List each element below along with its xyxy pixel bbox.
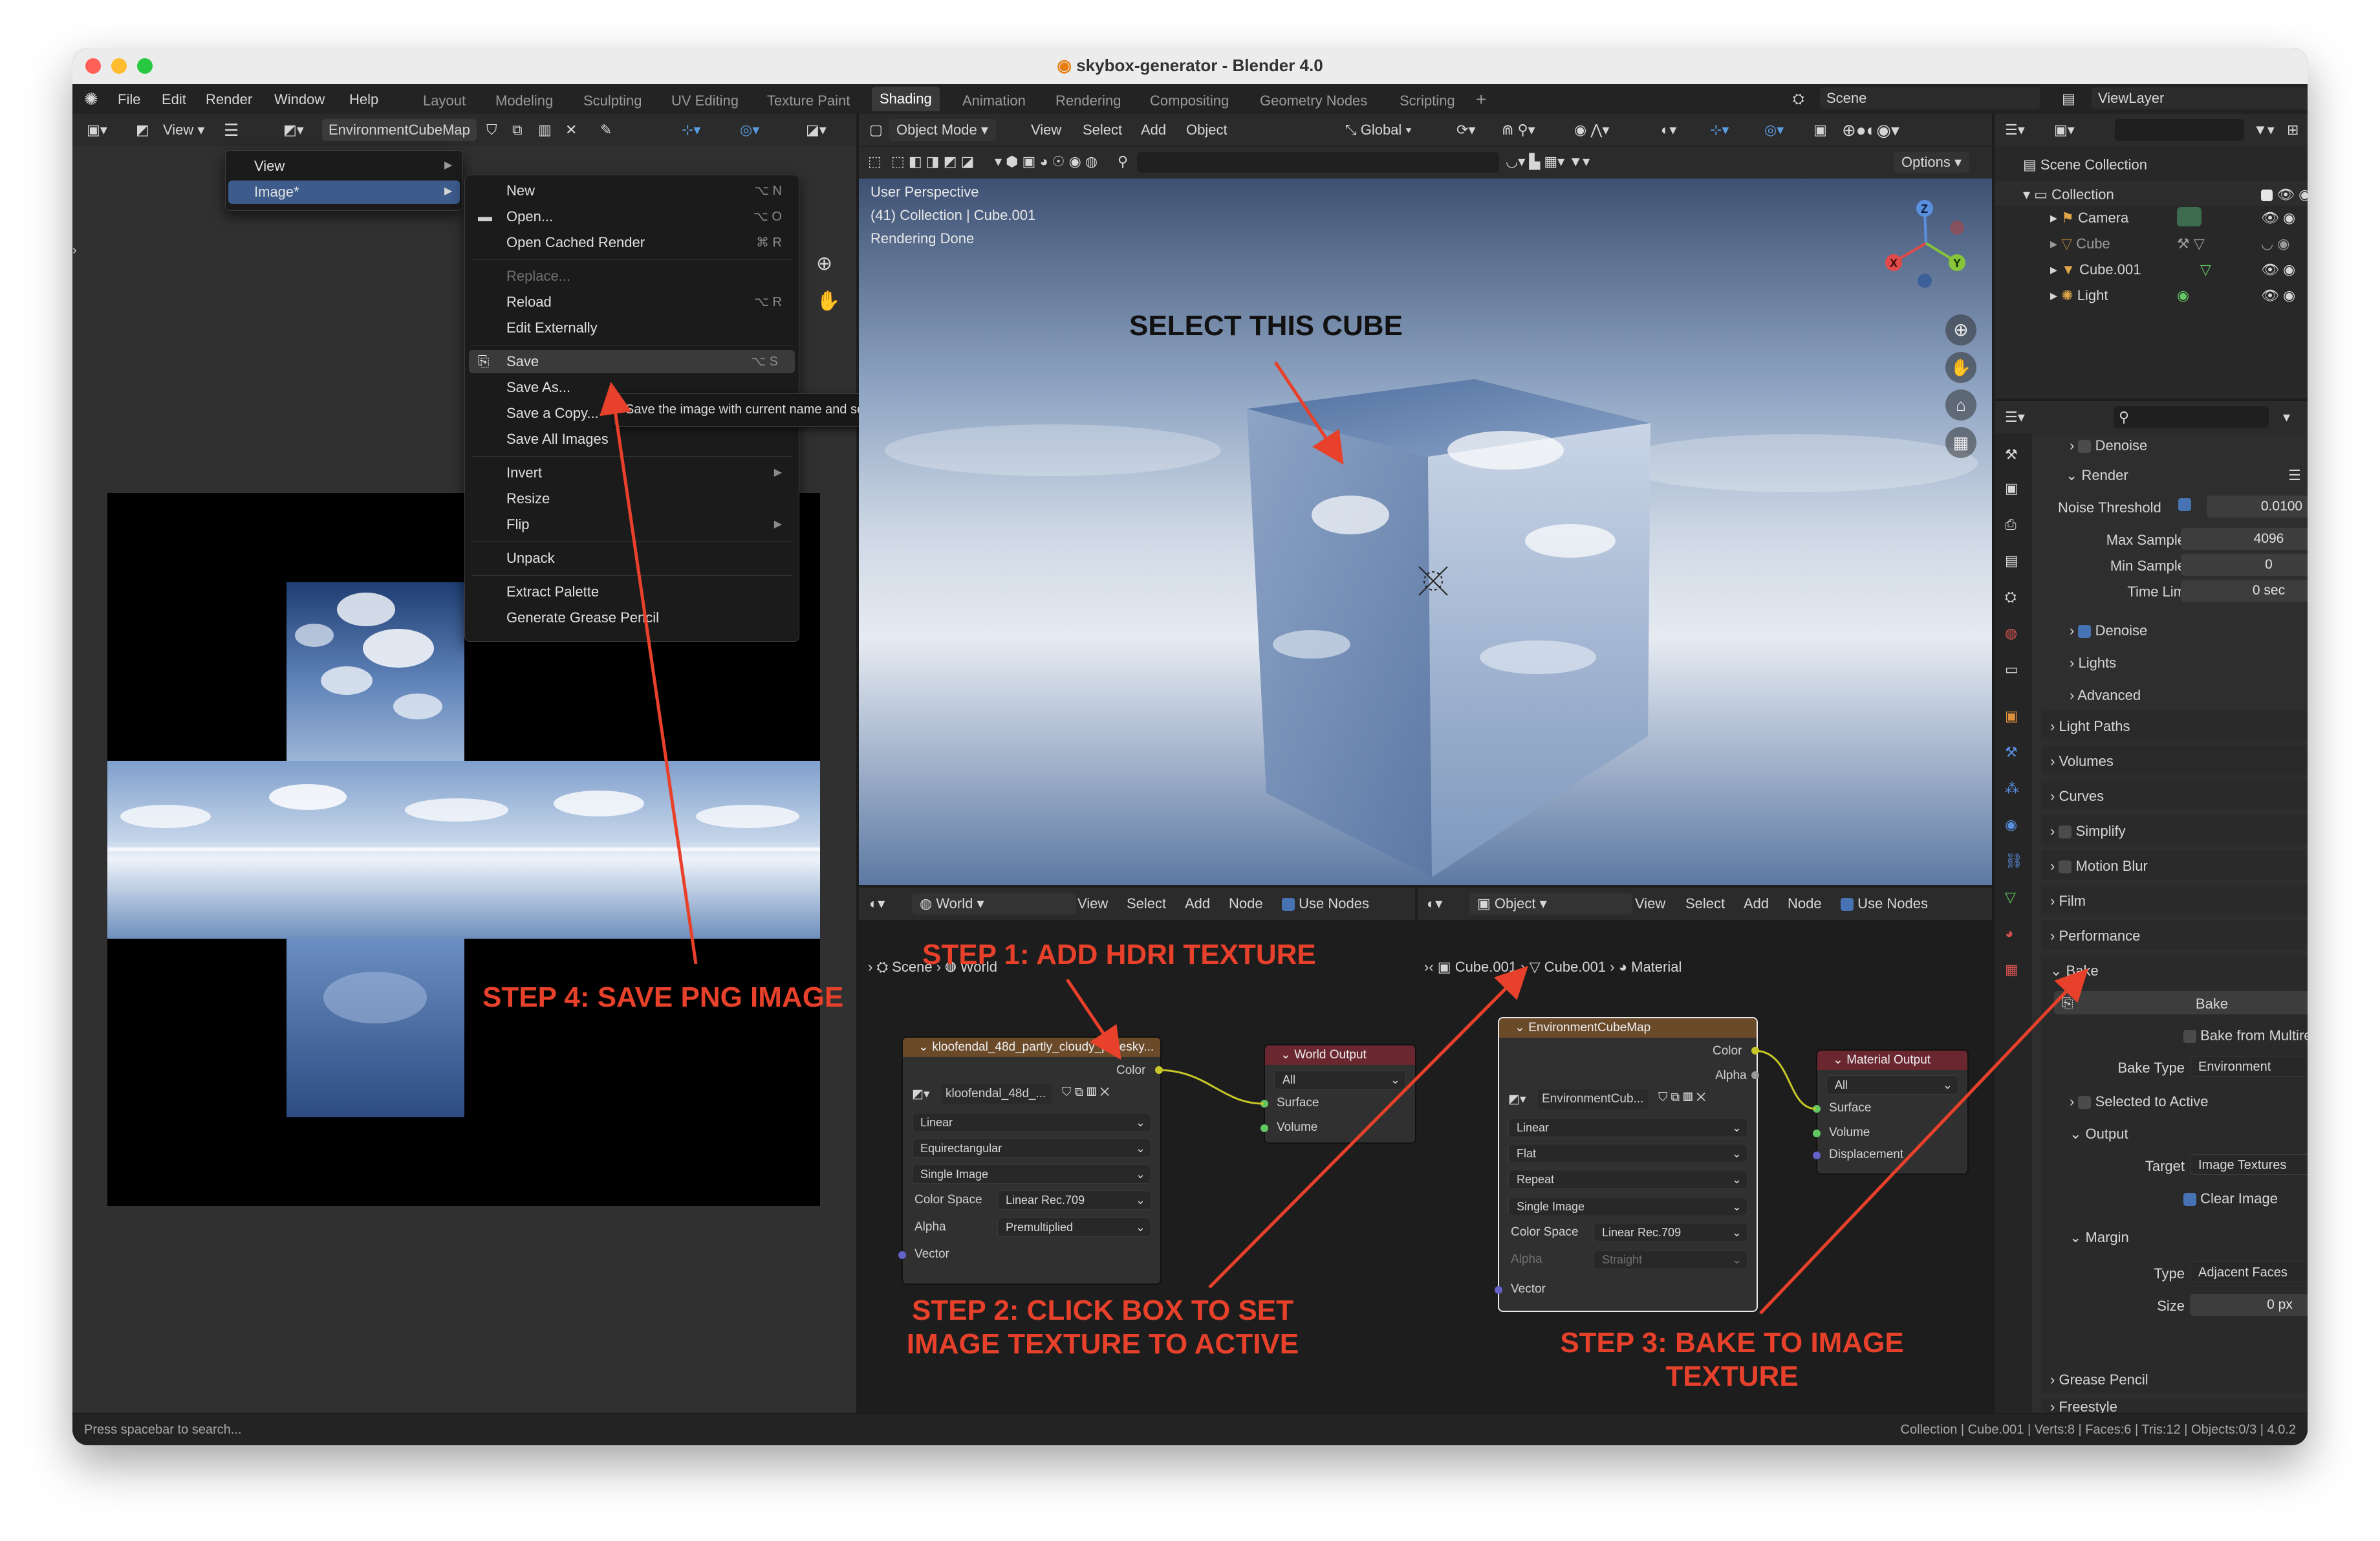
annotation-step4: STEP 4: SAVE PNG IMAGE (482, 981, 844, 1013)
annotation-step3: STEP 3: BAKE TO IMAGE TEXTURE (1560, 1327, 1904, 1392)
annotation-step2: STEP 2: CLICK BOX TO SET IMAGE TEXTURE TO… (906, 1295, 1299, 1360)
annotation-step1: STEP 1: ADD HDRI TEXTURE (922, 939, 1316, 970)
annotation-select-cube: SELECT THIS CUBE (1129, 310, 1403, 342)
